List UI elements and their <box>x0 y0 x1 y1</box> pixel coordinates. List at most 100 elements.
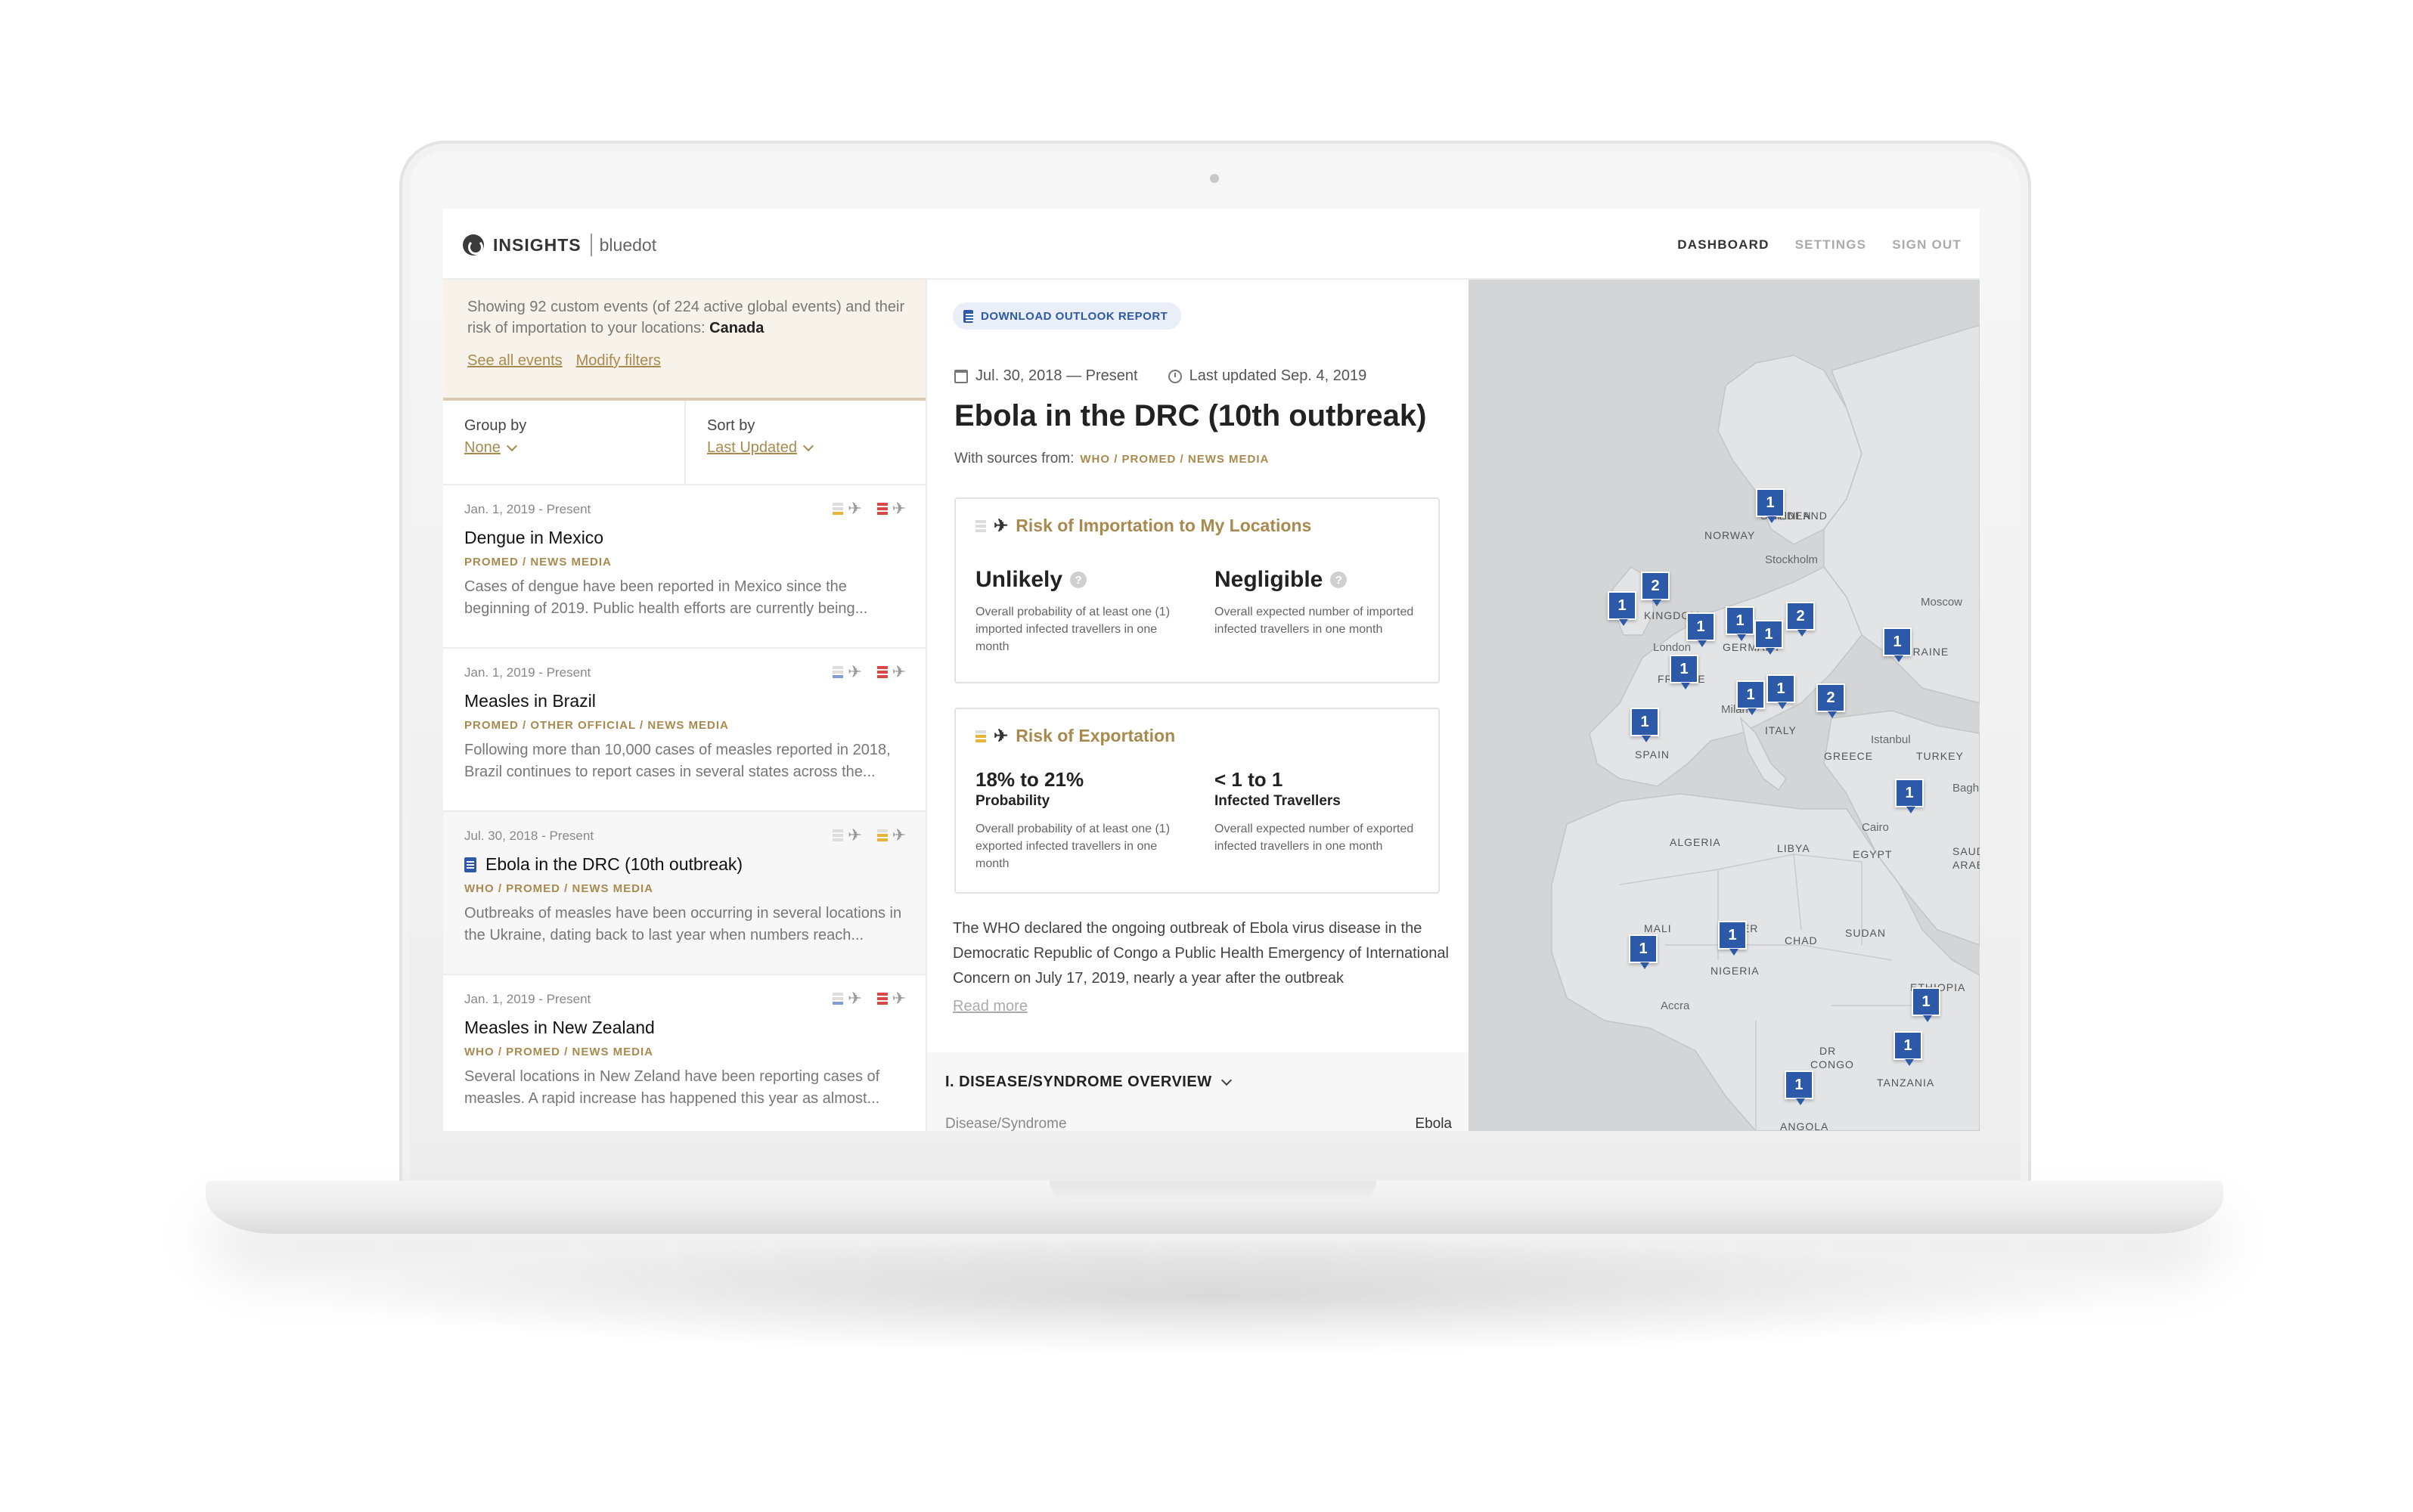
calendar-icon <box>954 369 968 383</box>
exportation-risk-card: ✈ Risk of Exportation 18% to 21% Probabi… <box>954 708 1440 894</box>
brand-name: INSIGHTS <box>493 234 582 255</box>
import-count-note: Overall expected number of imported infe… <box>1214 606 1414 636</box>
nav-sign-out[interactable]: SIGN OUT <box>1892 237 1962 253</box>
brand-sub: bluedot <box>599 234 657 255</box>
section-toggle[interactable]: I. DISEASE/SYNDROME OVERVIEW <box>945 1074 1232 1091</box>
summary-text: Showing 92 custom events (of 224 active … <box>467 296 913 339</box>
sort-by-dropdown[interactable]: Last Updated <box>707 439 904 457</box>
date-range: Jul. 30, 2018 — Present <box>954 367 1138 385</box>
download-report-label: DOWNLOAD OUTLOOK REPORT <box>981 309 1168 323</box>
import-risk-bars-icon <box>833 503 844 515</box>
map-label-spain: SPAIN <box>1635 748 1670 761</box>
export-count-note: Overall expected number of exported infe… <box>1214 823 1414 853</box>
map-pin[interactable]: 2 <box>1786 602 1815 637</box>
help-icon[interactable]: ? <box>1330 572 1348 588</box>
export-probability-label: Probability <box>975 793 1050 809</box>
map-pin[interactable]: 2 <box>1816 683 1845 718</box>
group-by-label: Group by <box>464 417 527 434</box>
brand[interactable]: INSIGHTS bluedot <box>463 231 656 259</box>
export-count-label: Infected Travellers <box>1214 793 1341 809</box>
chevron-down-icon <box>1220 1074 1232 1086</box>
nav-dashboard[interactable]: DASHBOARD <box>1677 237 1769 253</box>
nav-settings[interactable]: SETTINGS <box>1795 237 1867 253</box>
map-label-istanbul: Istanbul <box>1871 733 1911 746</box>
event-description: Several locations in New Zeland have bee… <box>464 1068 880 1107</box>
map-label-nigeria: NIGERIA <box>1711 965 1760 977</box>
events-summary: Showing 92 custom events (of 224 active … <box>443 280 926 401</box>
map-pin[interactable]: 1 <box>1630 708 1659 742</box>
summary-links: See all events Modify filters <box>467 352 901 370</box>
report-document-icon <box>464 857 476 872</box>
app-screen: INSIGHTS bluedot DASHBOARD SETTINGS SIGN… <box>443 209 1980 1131</box>
import-count: Negligible? Overall expected number of i… <box>1214 567 1434 638</box>
plane-takeoff-icon: ✈ <box>892 989 906 1008</box>
event-title: Measles in New Zealand <box>464 1018 655 1037</box>
export-risk-bars-icon <box>876 503 888 515</box>
map-pin[interactable]: 1 <box>1893 1031 1922 1066</box>
event-title-row: Ebola in the DRC (10th outbreak) <box>464 854 904 875</box>
map-pin[interactable]: 1 <box>1756 488 1785 523</box>
group-by-value: None <box>464 439 501 456</box>
modify-filters-link[interactable]: Modify filters <box>576 352 661 370</box>
export-count: < 1 to 1 Infected Travellers Overall exp… <box>1214 768 1434 855</box>
disease-overview-section: I. DISEASE/SYNDROME OVERVIEW Disease/Syn… <box>927 1052 1469 1131</box>
map-pin[interactable]: 1 <box>1629 934 1658 969</box>
bluedot-logo-icon <box>463 234 484 256</box>
map-pin[interactable]: 1 <box>1726 606 1754 641</box>
see-all-events-link[interactable]: See all events <box>467 352 563 370</box>
risk-bars-icon <box>975 519 986 532</box>
map-pin[interactable]: 1 <box>1686 612 1715 647</box>
importation-risk-card: ✈ Risk of Importation to My Locations Un… <box>954 497 1440 683</box>
map-label-cairo: Cairo <box>1862 821 1889 834</box>
group-by-dropdown[interactable]: None <box>464 439 663 457</box>
clock-icon <box>1168 369 1182 383</box>
help-icon[interactable]: ? <box>1070 572 1087 588</box>
download-report-button[interactable]: DOWNLOAD OUTLOOK REPORT <box>953 302 1182 330</box>
event-sources: PROMED / OTHER OFFICIAL / NEWS MEDIA <box>464 719 729 732</box>
event-item[interactable]: ✈ ✈ Jan. 1, 2019 - Present Measles in Br… <box>443 649 926 812</box>
map-pin[interactable]: 1 <box>1754 620 1783 655</box>
map-pin[interactable]: 1 <box>1608 591 1636 626</box>
event-risk-icons: ✈ ✈ <box>833 664 906 680</box>
map-label-italy: ITALY <box>1765 724 1797 736</box>
map-pin[interactable]: 1 <box>1883 627 1912 662</box>
plane-landing-icon: ✈ <box>848 989 862 1008</box>
map-pin[interactable]: 2 <box>1641 572 1670 606</box>
event-sources: PROMED / NEWS MEDIA <box>464 556 612 569</box>
event-item-selected[interactable]: ✈ ✈ Jul. 30, 2018 - Present Ebola in the… <box>443 812 926 975</box>
import-risk-bars-icon <box>833 666 844 678</box>
event-description: Following more than 10,000 cases of meas… <box>464 742 891 780</box>
event-title: Dengue in Mexico <box>464 528 604 547</box>
map-pin[interactable]: 1 <box>1670 655 1698 689</box>
map-pin[interactable]: 1 <box>1895 779 1924 813</box>
sources-list[interactable]: WHO / PROMED / NEWS MEDIA <box>1080 453 1269 466</box>
export-count-value: < 1 to 1 <box>1214 768 1283 791</box>
map-pin[interactable]: 1 <box>1785 1070 1813 1105</box>
plane-landing-icon: ✈ <box>848 826 862 844</box>
summary-location: Canada <box>709 320 765 336</box>
section-row-value: Ebola <box>1415 1116 1452 1131</box>
map-pin[interactable]: 1 <box>1766 674 1795 709</box>
detail-sources: With sources from: WHO / PROMED / NEWS ME… <box>954 451 1269 467</box>
sort-by-control[interactable]: Sort by Last Updated <box>684 401 926 484</box>
event-meta: Jul. 30, 2018 — Present Last updated Sep… <box>954 367 1366 385</box>
map-pin[interactable]: 1 <box>1718 921 1747 956</box>
importation-risk-heading: ✈ Risk of Importation to My Locations <box>975 516 1311 536</box>
read-more-link[interactable]: Read more <box>953 998 1028 1015</box>
import-probability-value-row: Unlikely? <box>975 567 1195 593</box>
event-item[interactable]: ✈ ✈ Jan. 1, 2019 - Present Dengue in Mex… <box>443 485 926 649</box>
map-pin[interactable]: 1 <box>1736 680 1765 715</box>
map-label-baghdad: Bagh <box>1952 782 1980 795</box>
import-risk-bars-icon <box>833 993 844 1005</box>
map-label-arabia: ARAB <box>1952 859 1980 871</box>
document-icon <box>963 309 973 323</box>
export-probability: 18% to 21% Probability Overall probabili… <box>975 768 1195 872</box>
map-label-stockholm: Stockholm <box>1765 553 1819 566</box>
risk-map[interactable]: FINLAND NORWAY Stockholm Moscow UKRAINE … <box>1469 280 1980 1131</box>
exportation-risk-heading: ✈ Risk of Exportation <box>975 726 1175 746</box>
summary-text-body: Showing 92 custom events (of 224 active … <box>467 299 905 336</box>
map-pin[interactable]: 1 <box>1912 987 1940 1022</box>
plane-takeoff-icon: ✈ <box>892 662 906 681</box>
event-item[interactable]: ✈ ✈ Jan. 1, 2019 - Present Measles in Ne… <box>443 975 926 1131</box>
group-by-control[interactable]: Group by None <box>443 401 684 484</box>
